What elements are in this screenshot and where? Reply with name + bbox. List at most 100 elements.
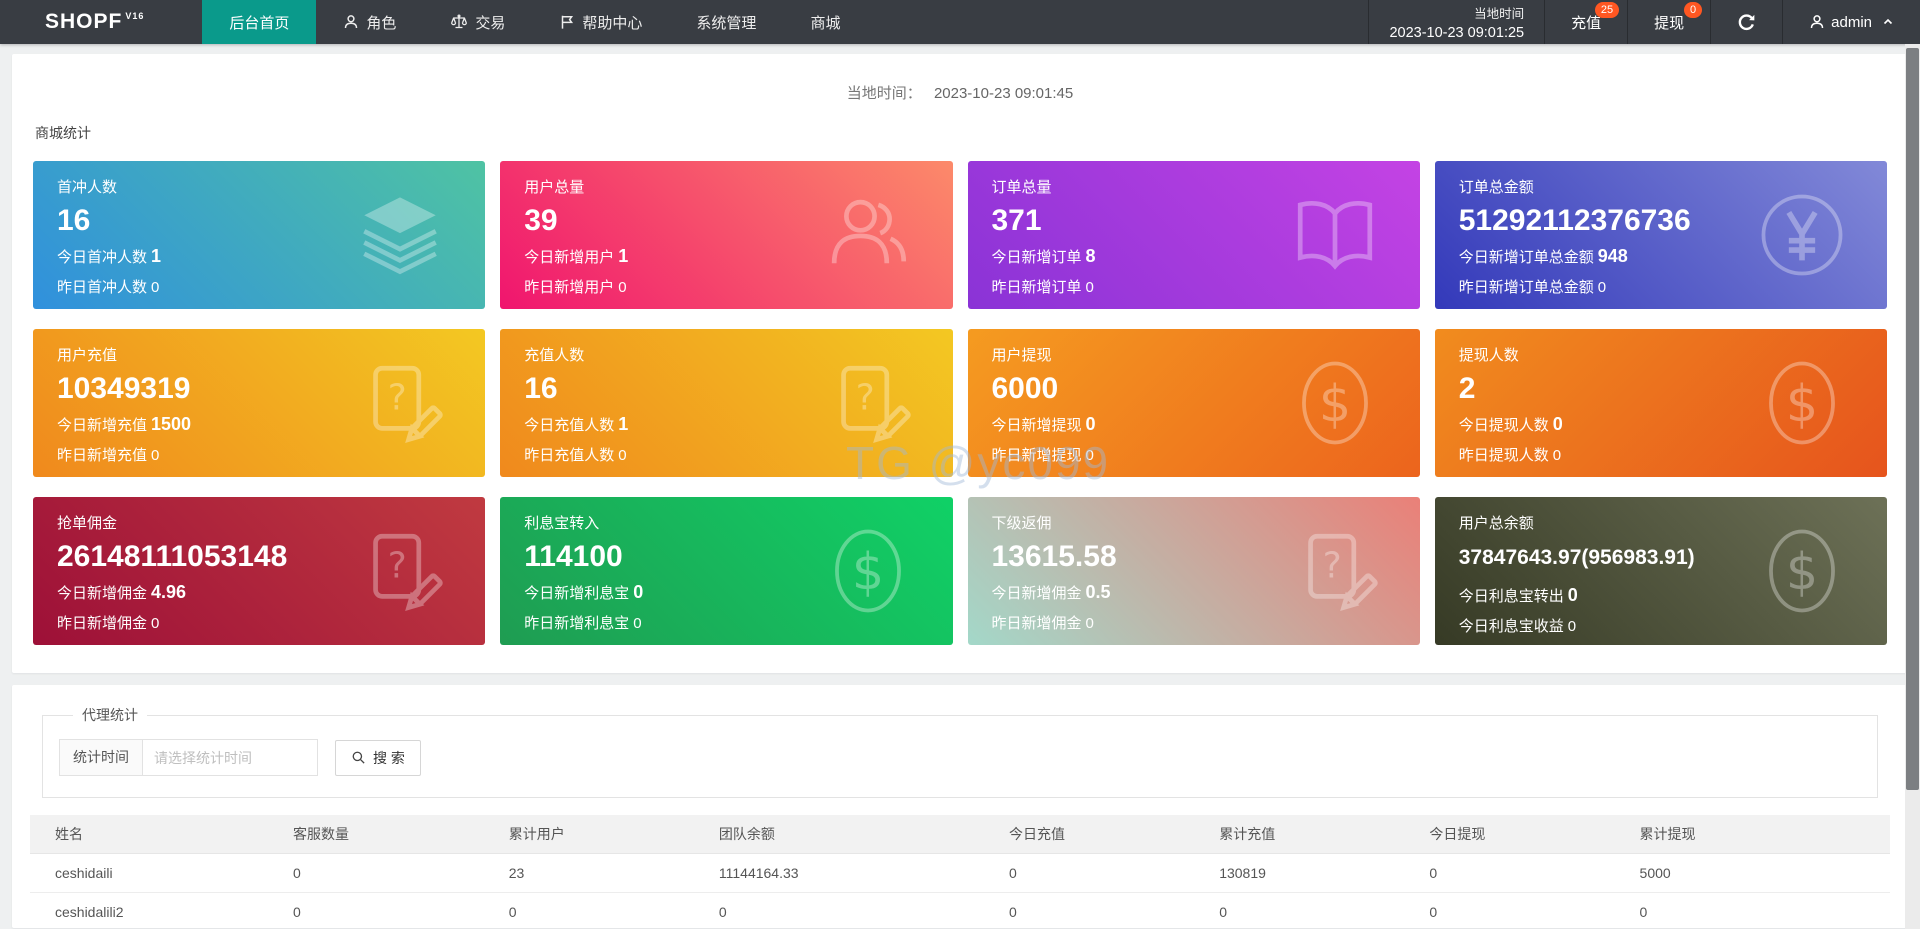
table-cell: 11144164.33 xyxy=(708,853,1000,893)
table-cell: 0 xyxy=(708,892,1000,928)
stat-card-today: 今日新增佣金 0.5 xyxy=(991,581,1111,602)
nav-item-帮助中心[interactable]: 帮助中心 xyxy=(532,0,669,44)
local-time-block: 当地时间 2023-10-23 09:01:25 xyxy=(1368,0,1544,44)
agent-table-header: 今日提现 xyxy=(1419,815,1630,854)
stat-card-yesterday: 今日利息宝收益 0 xyxy=(1458,618,1577,636)
local-time-value: 2023-10-23 09:01:25 xyxy=(1389,25,1525,41)
stat-card-title: 用户充值 xyxy=(57,347,118,364)
stat-card: 用户提现 6000 今日新增提现 0 昨日新增提现 0 $ xyxy=(967,329,1420,477)
agent-filter-row: 统计时间 搜 索 xyxy=(59,739,1861,776)
stat-card-value: 16 xyxy=(57,204,91,237)
flag-icon xyxy=(559,14,575,30)
nav-item-商城[interactable]: 商城 xyxy=(783,0,867,44)
stat-card-value: 16 xyxy=(524,372,558,405)
search-button[interactable]: 搜 索 xyxy=(335,739,421,776)
table-cell: 0 xyxy=(282,853,499,893)
stat-card-value: 6000 xyxy=(991,372,1059,405)
stat-card: 抢单佣金 26148111053148 今日新增佣金 4.96 昨日新增佣金 0 ? xyxy=(33,497,486,645)
local-time-label: 当地时间 xyxy=(1474,7,1525,21)
stat-card-yesterday: 昨日提现人数 0 xyxy=(1458,446,1562,464)
nav-item-交易[interactable]: 交易 xyxy=(423,0,532,44)
agent-panel: 代理统计 统计时间 搜 索 姓名客服数量累计用户团队余额今日充值累计充值今日提现… xyxy=(12,685,1908,928)
stat-card-yesterday: 昨日新增提现 0 xyxy=(991,446,1094,464)
stat-card-title: 抢单佣金 xyxy=(57,515,118,532)
users-icon xyxy=(821,188,915,282)
stat-card: 订单总量 371 今日新增订单 8 昨日新增订单 0 xyxy=(967,161,1420,309)
app-logo: SHOPF V16 xyxy=(0,0,202,44)
dollar-icon: $ xyxy=(1288,356,1382,450)
refresh-button[interactable] xyxy=(1710,0,1782,44)
stat-card-yesterday: 昨日新增佣金 0 xyxy=(57,614,160,632)
stat-card-value: 37847643.97(956983.91) xyxy=(1458,546,1695,569)
stat-card-today: 今日提现人数 0 xyxy=(1458,413,1563,434)
stat-card-title: 下级返佣 xyxy=(991,515,1052,532)
svg-text:$: $ xyxy=(1319,374,1351,433)
stat-time-input[interactable] xyxy=(143,739,318,776)
table-cell: 0 xyxy=(1629,892,1890,928)
chevron-up-icon xyxy=(1882,16,1894,28)
dollar-icon: $ xyxy=(821,524,915,618)
doc-icon: ? xyxy=(353,356,447,450)
agent-table-header: 累计提现 xyxy=(1629,815,1890,854)
stat-card-title: 订单总量 xyxy=(991,179,1052,196)
recharge-badge: 25 xyxy=(1594,2,1620,18)
stat-card-value: 39 xyxy=(524,204,558,237)
stat-card: 用户总量 39 今日新增用户 1 昨日新增用户 0 xyxy=(500,161,953,309)
nav-item-系统管理[interactable]: 系统管理 xyxy=(669,0,783,44)
stat-card-today: 今日充值人数 1 xyxy=(524,413,629,434)
withdraw-badge: 0 xyxy=(1684,2,1703,18)
stat-card-title: 提现人数 xyxy=(1458,347,1519,364)
stat-time-label: 统计时间 xyxy=(59,739,143,776)
table-row: ceshidalili2 0 0 0 0 0 0 0 xyxy=(30,892,1890,928)
user-menu[interactable]: admin xyxy=(1782,0,1920,44)
svg-text:?: ? xyxy=(1322,546,1341,587)
stat-card-yesterday: 昨日新增充值 0 xyxy=(57,446,160,464)
stat-card-today: 今日首冲人数 1 xyxy=(57,245,162,266)
table-cell: 0 xyxy=(282,892,499,928)
stat-card-yesterday: 昨日新增订单总金额 0 xyxy=(1458,278,1607,296)
nav-item-角色[interactable]: 角色 xyxy=(316,0,423,44)
stat-card: 提现人数 2 今日提现人数 0 昨日提现人数 0 $ xyxy=(1434,329,1887,477)
page-local-time-value: 2023-10-23 09:01:45 xyxy=(933,85,1074,102)
table-cell: 0 xyxy=(999,853,1210,893)
table-cell: ceshidaili xyxy=(30,853,283,893)
stat-card-yesterday: 昨日新增用户 0 xyxy=(524,278,627,296)
stat-card: 下级返佣 13615.58 今日新增佣金 0.5 昨日新增佣金 0 ? xyxy=(967,497,1420,645)
svg-text:$: $ xyxy=(1786,542,1818,601)
search-icon xyxy=(351,750,366,765)
dashboard-panel: 当地时间： 2023-10-23 09:01:45 商城统计 首冲人数 16 今… xyxy=(12,54,1908,673)
top-navbar: SHOPF V16 后台首页 角色 交易 帮助中心 系统管理 商城 当地时间 2… xyxy=(0,0,1920,44)
nav-item-label: 帮助中心 xyxy=(582,14,643,32)
stat-card-yesterday: 昨日首冲人数 0 xyxy=(57,278,160,296)
stat-card: 用户充值 10349319 今日新增充值 1500 昨日新增充值 0 ? xyxy=(33,329,486,477)
svg-text:$: $ xyxy=(851,542,883,601)
scrollbar-thumb[interactable] xyxy=(1906,48,1919,790)
stat-card-value: 13615.58 xyxy=(991,540,1117,573)
nav-item-label: 交易 xyxy=(475,14,506,32)
agent-table-header: 客服数量 xyxy=(282,815,499,854)
nav-item-后台首页[interactable]: 后台首页 xyxy=(202,0,317,44)
stat-card-value: 10349319 xyxy=(57,372,191,405)
table-cell: 0 xyxy=(999,892,1210,928)
nav-item-label: 后台首页 xyxy=(229,14,290,32)
table-cell: 23 xyxy=(498,853,709,893)
stat-card-title: 充值人数 xyxy=(524,347,585,364)
user-icon xyxy=(1809,14,1825,30)
page-scrollbar[interactable] xyxy=(1905,44,1920,929)
stat-card-title: 用户提现 xyxy=(991,347,1052,364)
stat-card: 利息宝转入 114100 今日新增利息宝 0 昨日新增利息宝 0 $ xyxy=(500,497,953,645)
doc-icon: ? xyxy=(1288,524,1382,618)
agent-table-body: ceshidaili 0 23 11144164.33 0 130819 0 5000 cesh… xyxy=(30,853,1890,928)
user-icon xyxy=(343,14,359,30)
search-button-label: 搜 索 xyxy=(373,749,405,766)
table-cell: 0 xyxy=(1209,892,1420,928)
stat-card-title: 首冲人数 xyxy=(57,179,118,196)
recharge-button[interactable]: 充值 25 xyxy=(1544,0,1627,44)
svg-text:?: ? xyxy=(855,378,874,419)
stat-card-today: 今日新增佣金 4.96 xyxy=(57,581,187,602)
svg-text:?: ? xyxy=(388,378,407,419)
withdraw-button[interactable]: 提现 0 xyxy=(1627,0,1710,44)
svg-text:$: $ xyxy=(1786,374,1818,433)
stat-card-today: 今日新增利息宝 0 xyxy=(524,581,644,602)
stat-card-today: 今日新增订单总金额 948 xyxy=(1458,245,1628,266)
